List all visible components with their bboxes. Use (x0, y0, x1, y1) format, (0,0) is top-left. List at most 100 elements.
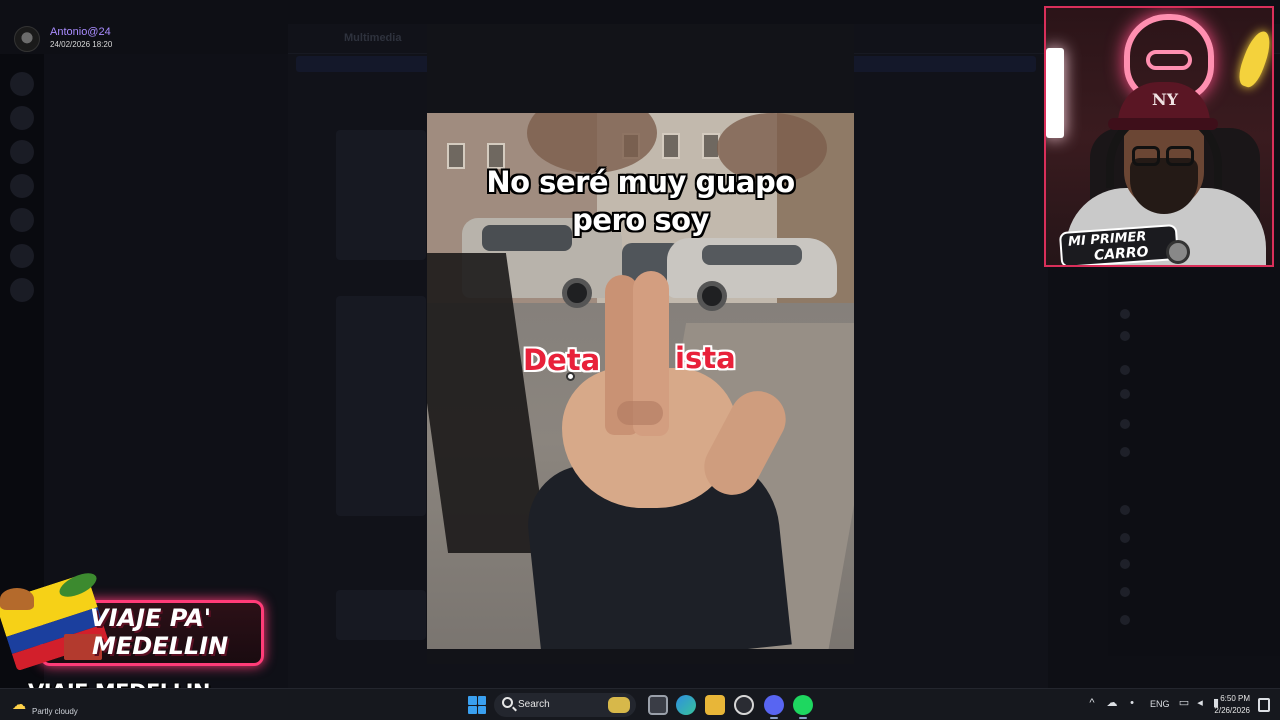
channel-item[interactable] (58, 534, 274, 548)
channel-item[interactable] (58, 70, 274, 84)
notification-icon[interactable] (1258, 698, 1270, 712)
cap-brim (1108, 118, 1218, 130)
webcam-overlay: NY MI PRIMER CARRO (1044, 6, 1274, 267)
member-item[interactable] (1120, 586, 1268, 598)
weather-text: Partly cloudy (32, 707, 78, 716)
glasses (1132, 146, 1160, 166)
weather-icon: ☁ (12, 696, 26, 712)
volume-icon[interactable]: ◂ (1194, 697, 1206, 709)
desktop-screen: Multimedia Antonio@24 24/02/2026 18:20 N… (0, 0, 1280, 720)
channel-item[interactable] (58, 372, 274, 386)
clock-date[interactable]: 2/26/2026 (1214, 706, 1250, 715)
search-input[interactable]: Search (494, 693, 636, 717)
clock-time[interactable]: 6:50 PM (1220, 694, 1250, 703)
discord-icon[interactable] (764, 695, 784, 715)
server-icon[interactable] (10, 72, 34, 96)
cursor-icon (566, 372, 575, 381)
channel-item[interactable] (58, 446, 274, 460)
channel-item[interactable] (58, 424, 274, 438)
caption-word-left: Deta (523, 343, 601, 377)
member-list (1108, 268, 1280, 656)
channel-item[interactable] (58, 166, 274, 180)
spotify-icon[interactable] (793, 695, 813, 715)
car-wheel (697, 281, 727, 311)
building-window (662, 133, 680, 159)
channel-category[interactable] (58, 402, 274, 416)
car-wheel (562, 278, 592, 308)
member-item[interactable] (1120, 532, 1268, 544)
embed-card[interactable] (336, 130, 426, 260)
server-icon[interactable] (10, 278, 34, 302)
member-item[interactable] (1120, 418, 1268, 430)
caption-line-1: No seré muy guapo (486, 165, 795, 199)
language-indicator[interactable]: ENG (1150, 699, 1170, 709)
member-item[interactable] (1120, 446, 1268, 458)
server-icon[interactable] (10, 140, 34, 164)
lamp (1046, 48, 1064, 138)
taskbar: ☁ Partly cloudy Search ^ ☁ • ENG ▭ ◂ ▮ 6… (0, 688, 1280, 720)
channel-item[interactable] (58, 468, 274, 482)
window-title (598, 2, 682, 18)
search-highlight-icon (608, 697, 630, 713)
channel-item[interactable] (58, 188, 274, 202)
hand-shadow (617, 401, 663, 425)
channel-category[interactable] (58, 144, 274, 158)
wheel-icon (1166, 240, 1190, 264)
microphone-icon[interactable]: • (1126, 697, 1138, 709)
game-icon[interactable] (734, 695, 754, 715)
embed-card[interactable] (336, 296, 426, 516)
trip-title-line-1: VIAJE PA' (90, 604, 212, 632)
channel-item[interactable] (58, 490, 274, 504)
trip-title-line-2: MEDELLIN (92, 632, 229, 660)
channel-item[interactable] (58, 306, 274, 320)
embed-card[interactable] (336, 590, 426, 640)
caption-line-2: pero soy (572, 203, 709, 237)
running-indicator (770, 717, 778, 719)
server-icon[interactable] (10, 106, 34, 130)
channel-heading: Multimedia (344, 32, 402, 44)
member-item[interactable] (1120, 614, 1268, 626)
edge-icon[interactable] (676, 695, 696, 715)
channel-item[interactable] (58, 328, 274, 342)
glasses (1166, 146, 1194, 166)
member-item[interactable] (1120, 330, 1268, 342)
user-datetime: 24/02/2026 18:20 (50, 40, 113, 49)
video-frame[interactable]: No seré muy guapo pero soy Deta ista (427, 113, 854, 649)
channel-category[interactable] (58, 284, 274, 298)
channel-item[interactable] (58, 232, 274, 246)
member-item[interactable] (1120, 558, 1268, 570)
search-label: Search (518, 699, 550, 710)
server-icon[interactable] (10, 174, 34, 198)
user-name: Antonio@24 (50, 26, 111, 38)
network-icon[interactable]: ▭ (1178, 697, 1190, 709)
channel-item[interactable] (58, 92, 274, 106)
neon-sign-detail (1146, 50, 1192, 70)
chevron-up-icon[interactable]: ^ (1086, 697, 1098, 709)
running-indicator (799, 717, 807, 719)
hat-icon (0, 588, 34, 610)
member-item[interactable] (1120, 504, 1268, 516)
channel-item[interactable] (58, 210, 274, 224)
member-item[interactable] (1120, 308, 1268, 320)
member-item[interactable] (1120, 364, 1268, 376)
task-view-icon[interactable] (648, 695, 668, 715)
channel-item[interactable] (58, 350, 274, 364)
search-icon (502, 697, 513, 708)
windows-start-icon[interactable] (468, 696, 486, 714)
system-tray: ^ ☁ • ENG ▭ ◂ ▮ 6:50 PM 2/26/2026 (1080, 689, 1280, 720)
server-icon[interactable] (10, 208, 34, 232)
user-badge: Antonio@24 24/02/2026 18:20 (14, 24, 164, 52)
folder-icon[interactable] (705, 695, 725, 715)
banana-light-icon (1234, 27, 1272, 91)
channel-item[interactable] (58, 254, 274, 268)
caption-word-right: ista (675, 341, 736, 375)
member-item[interactable] (1120, 388, 1268, 400)
server-icon[interactable] (10, 244, 34, 268)
car-window (702, 245, 802, 265)
cloud-app-icon[interactable]: ☁ (1106, 697, 1118, 709)
weather-widget[interactable]: ☁ Partly cloudy (12, 692, 132, 718)
channel-item[interactable] (58, 512, 274, 526)
channel-item[interactable] (58, 114, 274, 128)
avatar (14, 26, 40, 52)
cap-logo: NY (1152, 90, 1179, 109)
